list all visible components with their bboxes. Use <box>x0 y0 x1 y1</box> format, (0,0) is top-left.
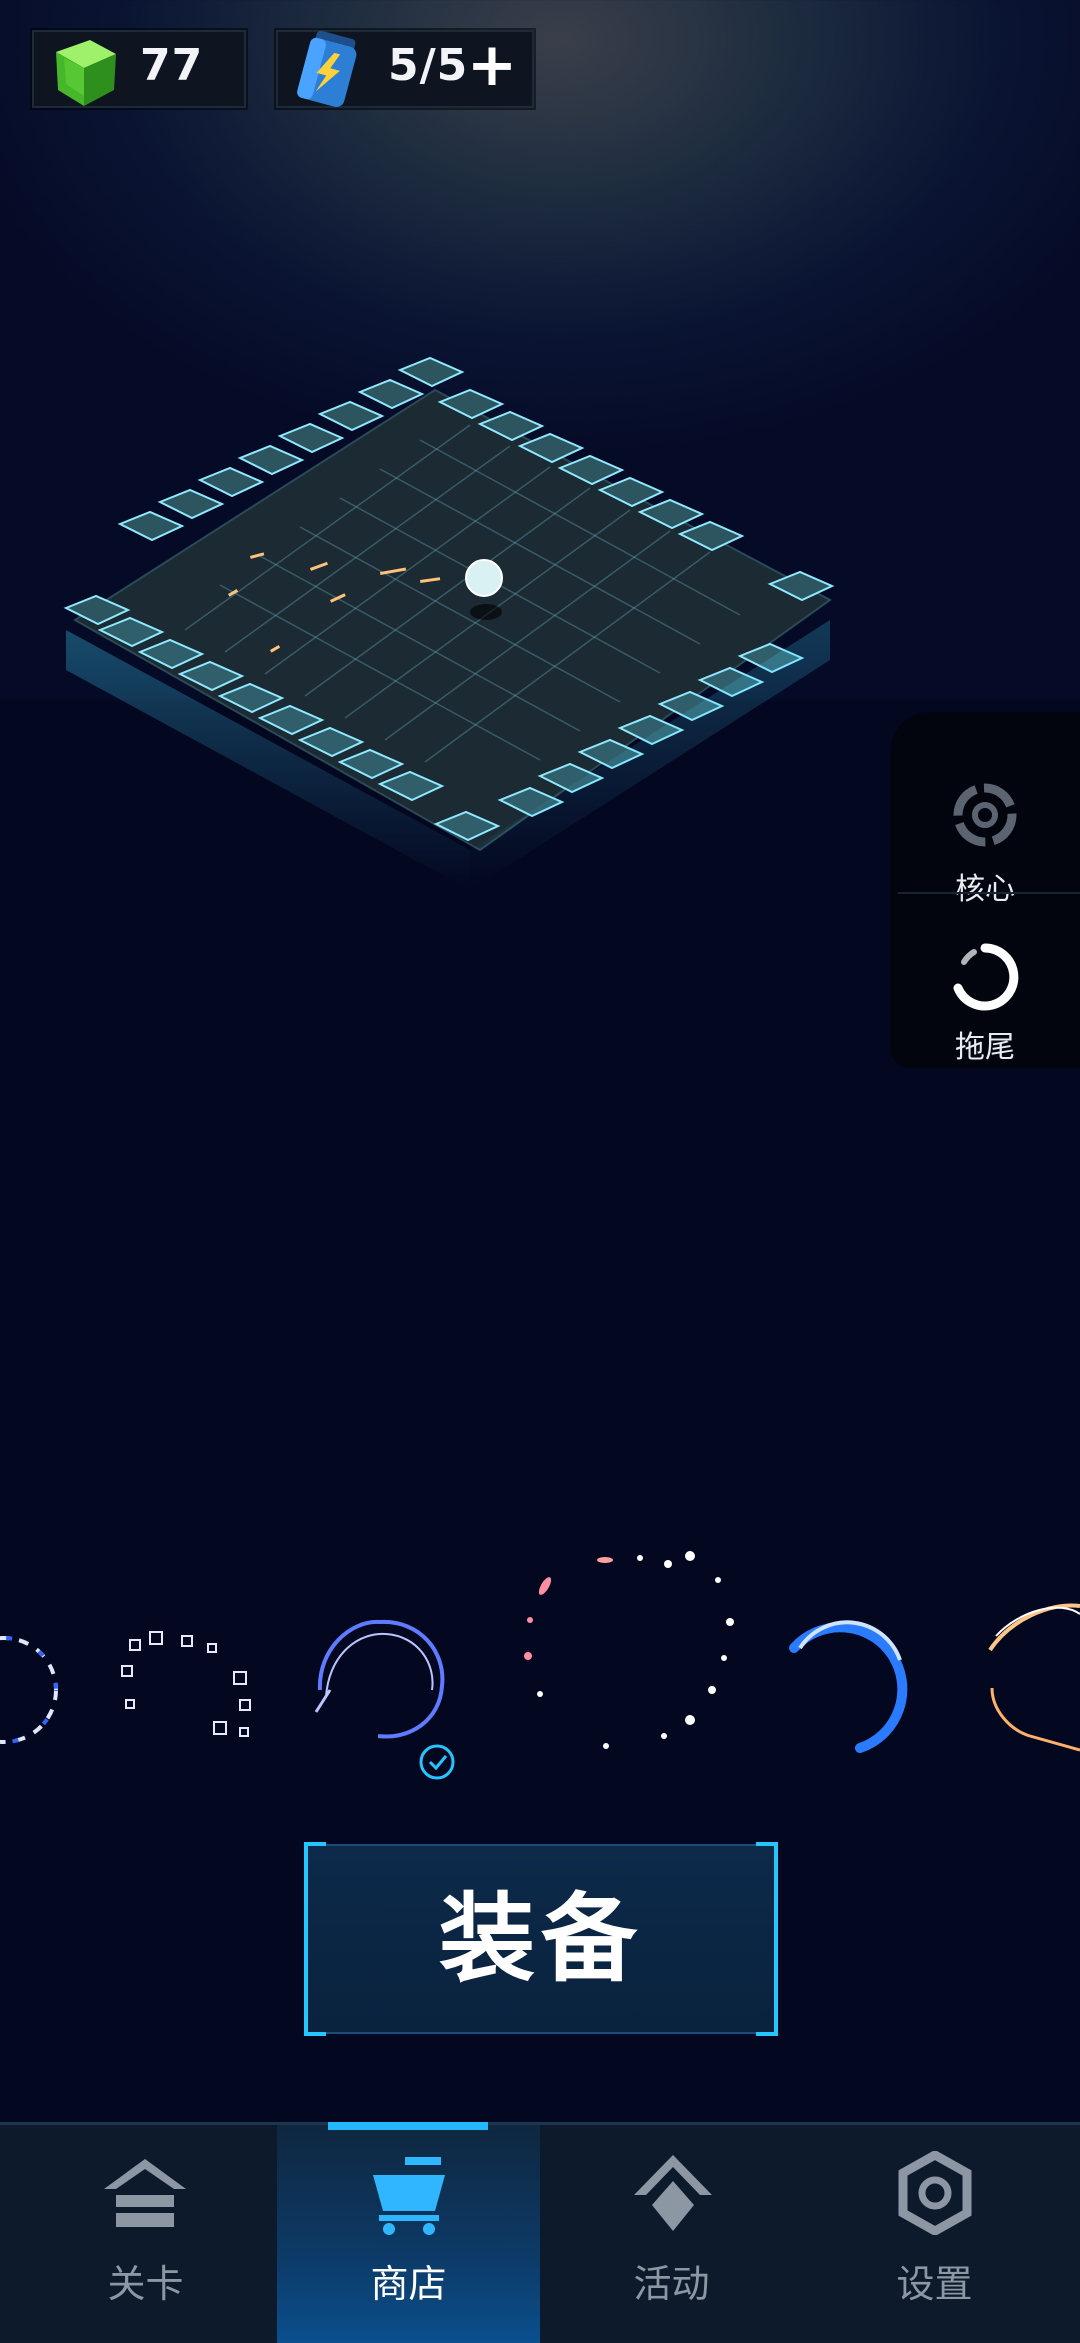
side-item-trail[interactable]: 拖尾 <box>890 898 1080 1068</box>
nav-item-levels[interactable]: 关卡 <box>14 2125 277 2343</box>
battery-icon <box>297 30 357 107</box>
trail-arc-icon <box>953 943 1019 1011</box>
gear-icon <box>898 2151 972 2235</box>
energy-count: 5/5 <box>388 40 469 91</box>
gem-cube-icon <box>56 40 116 106</box>
trail-option[interactable] <box>121 1631 251 1737</box>
bottom-nav: 关卡 商店 活动 设置 <box>0 2122 1080 2343</box>
button-edge <box>774 1860 778 2018</box>
equip-button[interactable]: 装备 <box>304 1842 778 2036</box>
trail-option[interactable] <box>524 1551 734 1749</box>
energy-counter: 5/5 + <box>276 30 534 108</box>
nav-item-events[interactable]: 活动 <box>540 2125 803 2343</box>
side-menu-divider <box>898 892 1080 894</box>
side-item-core[interactable]: 核心 <box>890 722 1080 907</box>
core-ring-icon <box>953 783 1017 847</box>
house-icon <box>104 2159 186 2227</box>
gem-counter: 77 <box>32 30 246 108</box>
diamond-icon <box>634 2155 712 2231</box>
trail-option[interactable] <box>988 1603 1080 1752</box>
nav-item-shop-label: 商店 <box>370 2262 447 2306</box>
board-floor <box>73 388 832 852</box>
game-board <box>63 356 835 890</box>
trail-option[interactable] <box>789 1620 908 1753</box>
gem-count: 77 <box>140 40 204 91</box>
side-item-trail-label: 拖尾 <box>955 1030 1015 1065</box>
nav-active-indicator <box>328 2122 488 2130</box>
equip-button-label: 装备 <box>439 1883 643 1995</box>
nav-item-levels-label: 关卡 <box>107 2262 184 2306</box>
nav-item-settings-label: 设置 <box>896 2262 973 2306</box>
add-energy-button[interactable]: + <box>464 35 520 96</box>
nav-item-events-label: 活动 <box>633 2262 710 2306</box>
trail-option[interactable] <box>0 1636 58 1744</box>
selected-check-icon <box>419 1744 455 1780</box>
side-menu: 核心 拖尾 <box>890 712 1080 1068</box>
trail-option-selected[interactable] <box>314 1619 455 1780</box>
nav-item-settings[interactable]: 设置 <box>803 2125 1066 2343</box>
cart-icon <box>373 2157 445 2235</box>
nav-item-shop[interactable]: 商店 <box>277 2125 540 2343</box>
ball <box>465 559 503 597</box>
trail-carousel <box>0 1551 1080 1780</box>
